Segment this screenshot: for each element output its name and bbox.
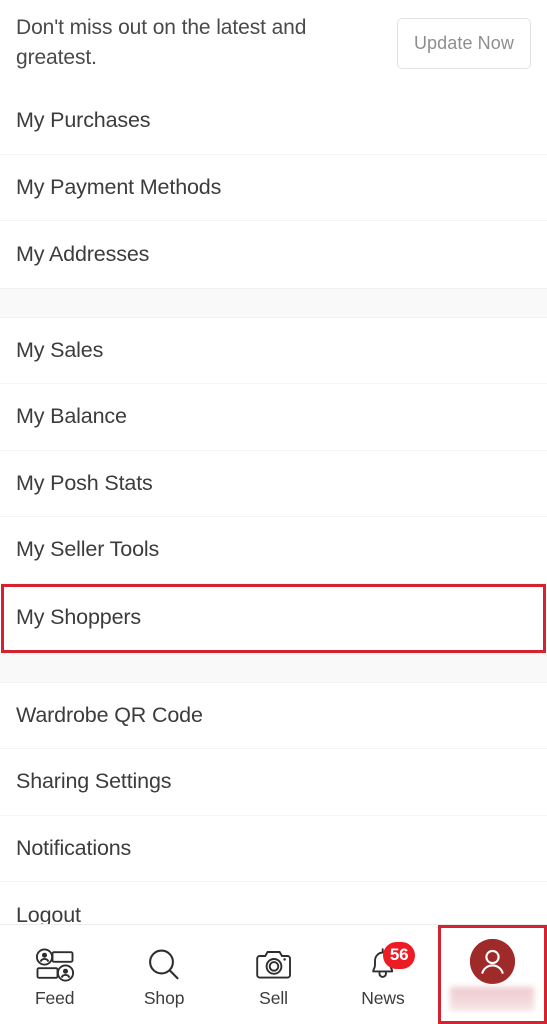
tab-news[interactable]: 56 News: [328, 925, 437, 1024]
menu-group: Wardrobe QR Code Sharing Settings Notifica…: [0, 682, 547, 924]
menu-group-separator: [0, 287, 547, 318]
menu-item-wardrobe-qr-code[interactable]: Wardrobe QR Code: [0, 682, 547, 749]
menu-item-label: Logout: [16, 902, 81, 924]
menu-item-my-sales[interactable]: My Sales: [0, 317, 547, 384]
update-banner-message: Don't miss out on the latest and greates…: [16, 16, 307, 69]
menu-item-label: Notifications: [16, 835, 132, 860]
tab-sell[interactable]: Sell: [219, 925, 328, 1024]
feed-icon: [34, 946, 76, 984]
profile-menu-screen: Don't miss out on the latest and greates…: [0, 0, 547, 1024]
menu-item-label: My Balance: [16, 404, 127, 428]
tab-feed[interactable]: Feed: [0, 925, 109, 1024]
avatar: [469, 939, 515, 984]
camera-icon: [253, 946, 295, 984]
menu-group-separator: [0, 652, 547, 683]
avatar-icon: [469, 939, 515, 984]
tab-label: Feed: [34, 987, 75, 1008]
menu-item-label: Wardrobe QR Code: [16, 702, 203, 727]
search-icon: [143, 946, 185, 984]
tab-profile[interactable]: [437, 925, 547, 1024]
menu-item-label: My Shoppers: [16, 605, 142, 630]
menu-item-my-purchases[interactable]: My Purchases: [0, 88, 547, 155]
menu-item-my-shoppers[interactable]: My Shoppers: [0, 583, 547, 653]
menu-group: My Sales My Balance My Posh Stats My Seller…: [0, 317, 547, 653]
menu-item-my-seller-tools[interactable]: My Seller Tools: [0, 517, 547, 584]
menu-item-label: My Posh Stats: [16, 470, 153, 495]
menu-item-my-balance[interactable]: My Balance: [0, 384, 547, 451]
menu-item-label: My Payment Methods: [16, 174, 222, 199]
menu-item-my-posh-stats[interactable]: My Posh Stats: [0, 450, 547, 517]
menu-item-label: My Seller Tools: [16, 537, 160, 561]
bell-icon: 56: [362, 941, 416, 984]
update-banner: Don't miss out on the latest and greates…: [0, 0, 547, 88]
tab-shop[interactable]: Shop: [109, 925, 218, 1024]
notification-badge: 56: [382, 941, 416, 969]
menu-item-my-addresses[interactable]: My Addresses: [0, 221, 547, 288]
menu-item-label: My Purchases: [16, 108, 151, 132]
menu-item-notifications[interactable]: Notifications: [0, 815, 547, 882]
tab-label: News: [361, 987, 405, 1008]
menu-item-label: My Addresses: [16, 241, 150, 266]
settings-menu-list: My Purchases My Payment Methods My Address…: [0, 88, 547, 924]
tab-label: Sell: [259, 987, 288, 1008]
menu-item-sharing-settings[interactable]: Sharing Settings: [0, 749, 547, 816]
menu-item-label: Sharing Settings: [16, 769, 172, 793]
update-now-button[interactable]: Update Now: [396, 17, 531, 69]
redacted-username-label: [450, 986, 535, 1011]
menu-item-label: My Sales: [16, 337, 104, 362]
tab-label: Shop: [143, 987, 185, 1008]
menu-item-logout[interactable]: Logout: [0, 882, 547, 924]
menu-item-my-payment-methods[interactable]: My Payment Methods: [0, 154, 547, 221]
menu-group: My Purchases My Payment Methods My Address…: [0, 88, 547, 288]
bottom-tab-bar: Feed Shop Sell 56 News: [0, 924, 547, 1024]
